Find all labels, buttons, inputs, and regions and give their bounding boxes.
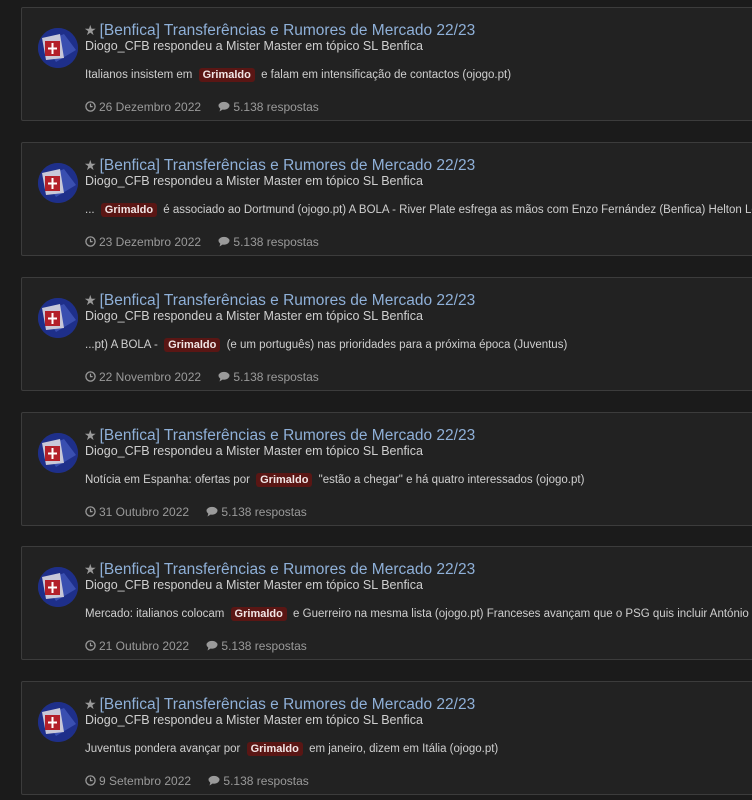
result-title-row: ★ [Benfica] Transferências e Rumores de M… (84, 695, 475, 714)
result-title-row: ★ [Benfica] Transferências e Rumores de M… (84, 21, 475, 40)
avatar-image (38, 433, 78, 473)
snippet-text-after: "estão a chegar" e há quatro interessado… (318, 474, 585, 486)
snippet-text-after: e falam em intensificação de contactos (… (261, 69, 512, 81)
star-icon: ★ (84, 561, 97, 577)
result-snippet: ... Grimaldo é associado ao Dortmund (oj… (85, 203, 752, 217)
result-snippet: Italianos insistem em Grimaldo e falam e… (85, 68, 512, 82)
snippet-text-before: ...pt) A BOLA - (85, 339, 158, 351)
post-date[interactable]: 23 Dezembro 2022 (99, 235, 201, 249)
result-card: ★ [Benfica] Transferências e Rumores de M… (21, 681, 752, 795)
clock-icon (85, 101, 96, 115)
post-date[interactable]: 26 Dezembro 2022 (99, 100, 201, 114)
comment-icon (218, 371, 230, 385)
result-card: ★ [Benfica] Transferências e Rumores de M… (21, 277, 752, 391)
comment-icon (206, 640, 218, 654)
snippet-text-before: Italianos insistem em (85, 69, 193, 81)
avatar-image (38, 298, 78, 338)
topic-title-link[interactable]: [Benfica] Transferências e Rumores de Me… (100, 157, 476, 174)
result-byline: Diogo_CFB respondeu a Mister Master em t… (85, 444, 423, 458)
result-card: ★ [Benfica] Transferências e Rumores de M… (21, 412, 752, 526)
result-snippet: Juventus pondera avançar por Grimaldo em… (85, 742, 499, 756)
activity-feed: ★ [Benfica] Transferências e Rumores de M… (0, 0, 752, 800)
result-snippet: Notícia em Espanha: ofertas por Grimaldo… (85, 473, 585, 487)
post-date[interactable]: 9 Setembro 2022 (99, 774, 191, 788)
search-highlight: Grimaldo (230, 607, 287, 621)
snippet-text-before: Mercado: italianos colocam (85, 608, 225, 620)
result-card: ★ [Benfica] Transferências e Rumores de M… (21, 546, 752, 660)
post-date[interactable]: 31 Outubro 2022 (99, 505, 189, 519)
result-meta: 22 Novembro 2022 5.138 respostas (85, 370, 319, 385)
result-meta: 21 Outubro 2022 5.138 respostas (85, 639, 307, 654)
reply-count: 5.138 respostas (233, 370, 319, 384)
reply-count: 5.138 respostas (233, 100, 319, 114)
search-highlight: Grimaldo (246, 742, 303, 756)
result-meta: 23 Dezembro 2022 5.138 respostas (85, 235, 319, 250)
clock-icon (85, 640, 96, 654)
topic-title-link[interactable]: [Benfica] Transferências e Rumores de Me… (100, 427, 476, 444)
avatar[interactable] (38, 298, 78, 338)
search-highlight: Grimaldo (164, 338, 221, 352)
search-highlight: Grimaldo (100, 203, 158, 217)
clock-icon (85, 775, 96, 789)
result-byline: Diogo_CFB respondeu a Mister Master em t… (85, 309, 423, 323)
result-title-row: ★ [Benfica] Transferências e Rumores de M… (84, 426, 475, 445)
result-byline: Diogo_CFB respondeu a Mister Master em t… (85, 39, 423, 53)
reply-count: 5.138 respostas (233, 235, 319, 249)
result-meta: 9 Setembro 2022 5.138 respostas (85, 774, 309, 789)
result-meta: 26 Dezembro 2022 5.138 respostas (85, 100, 319, 115)
topic-title-link[interactable]: [Benfica] Transferências e Rumores de Me… (100, 292, 476, 309)
search-highlight: Grimaldo (256, 473, 313, 487)
snippet-text-before: Juventus pondera avançar por (85, 743, 241, 755)
result-title-row: ★ [Benfica] Transferências e Rumores de M… (84, 156, 475, 175)
star-icon: ★ (84, 157, 97, 173)
star-icon: ★ (84, 696, 97, 712)
result-card: ★ [Benfica] Transferências e Rumores de M… (21, 7, 752, 121)
avatar[interactable] (38, 433, 78, 473)
topic-title-link[interactable]: [Benfica] Transferências e Rumores de Me… (100, 561, 476, 578)
avatar[interactable] (38, 702, 78, 742)
snippet-text-before: Notícia em Espanha: ofertas por (85, 474, 250, 486)
result-byline: Diogo_CFB respondeu a Mister Master em t… (85, 713, 423, 727)
snippet-text-after: (e um português) nas prioridades para a … (226, 339, 568, 351)
star-icon: ★ (84, 22, 97, 38)
result-title-row: ★ [Benfica] Transferências e Rumores de M… (84, 560, 475, 579)
comment-icon (218, 101, 230, 115)
comment-icon (218, 236, 230, 250)
avatar-image (38, 28, 78, 68)
snippet-text-after: em janeiro, dizem em Itália (ojogo.pt) (309, 743, 499, 755)
reply-count: 5.138 respostas (221, 639, 307, 653)
comment-icon (208, 775, 220, 789)
clock-icon (85, 371, 96, 385)
result-byline: Diogo_CFB respondeu a Mister Master em t… (85, 174, 423, 188)
reply-count: 5.138 respostas (223, 774, 309, 788)
post-date[interactable]: 22 Novembro 2022 (99, 370, 201, 384)
post-date[interactable]: 21 Outubro 2022 (99, 639, 189, 653)
avatar[interactable] (38, 28, 78, 68)
result-snippet: ...pt) A BOLA - Grimaldo (e um português… (85, 338, 568, 352)
star-icon: ★ (84, 427, 97, 443)
avatar-image (38, 163, 78, 203)
search-highlight: Grimaldo (198, 68, 255, 82)
avatar-image (38, 702, 78, 742)
result-byline: Diogo_CFB respondeu a Mister Master em t… (85, 578, 423, 592)
snippet-text-after: é associado ao Dortmund (ojogo.pt) A BOL… (163, 204, 752, 216)
avatar[interactable] (38, 567, 78, 607)
clock-icon (85, 236, 96, 250)
result-card: ★ [Benfica] Transferências e Rumores de M… (21, 142, 752, 256)
comment-icon (206, 506, 218, 520)
snippet-text-before: ... (85, 204, 95, 216)
snippet-text-after: e Guerreiro na mesma lista (ojogo.pt) Fr… (293, 608, 752, 620)
avatar-image (38, 567, 78, 607)
avatar[interactable] (38, 163, 78, 203)
result-snippet: Mercado: italianos colocam Grimaldo e Gu… (85, 607, 752, 621)
star-icon: ★ (84, 292, 97, 308)
result-meta: 31 Outubro 2022 5.138 respostas (85, 505, 307, 520)
result-title-row: ★ [Benfica] Transferências e Rumores de M… (84, 291, 475, 310)
topic-title-link[interactable]: [Benfica] Transferências e Rumores de Me… (100, 22, 476, 39)
clock-icon (85, 506, 96, 520)
topic-title-link[interactable]: [Benfica] Transferências e Rumores de Me… (100, 696, 476, 713)
reply-count: 5.138 respostas (221, 505, 307, 519)
